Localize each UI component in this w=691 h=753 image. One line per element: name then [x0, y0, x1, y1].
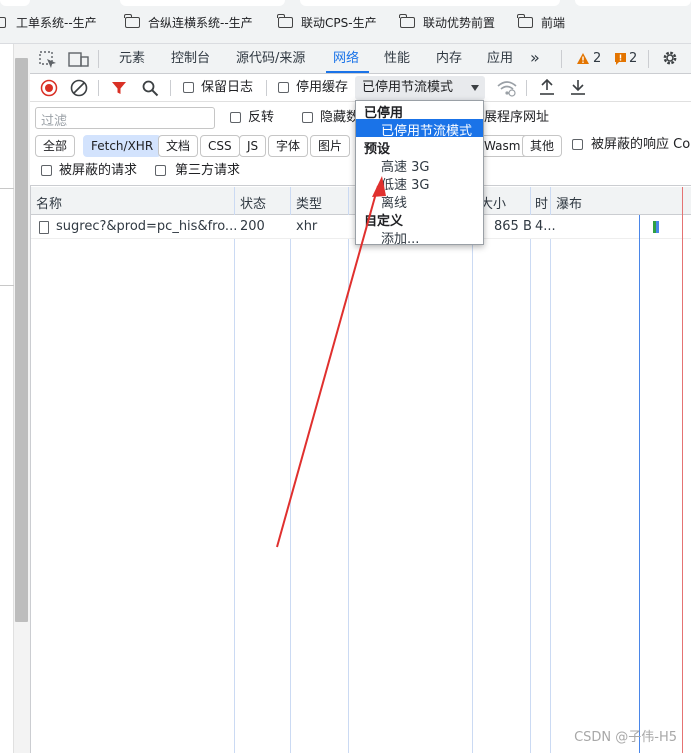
watermark: CSDN @子伟-H5 — [574, 730, 677, 745]
annotation-arrow — [276, 176, 386, 548]
